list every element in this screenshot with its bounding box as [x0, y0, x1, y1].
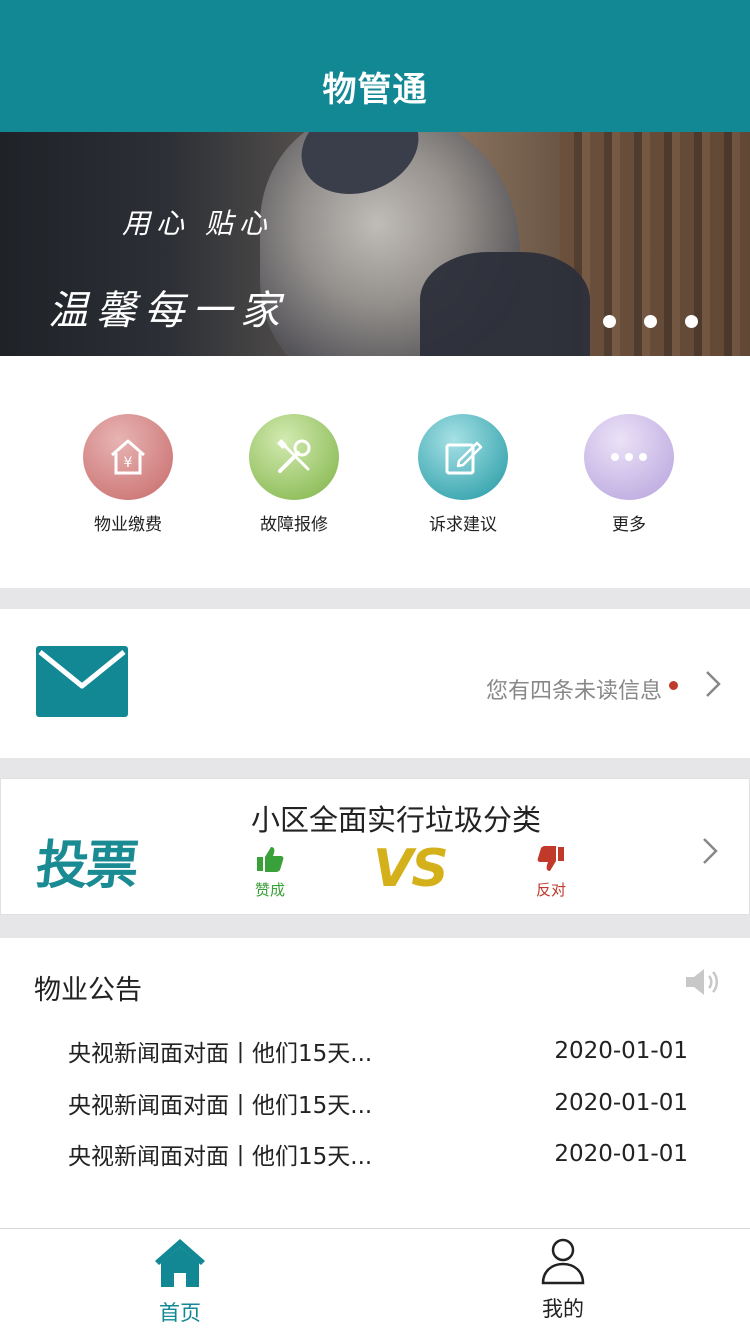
chevron-right-icon	[703, 838, 718, 864]
quick-action-more[interactable]: 更多	[549, 414, 709, 535]
quick-actions: ¥ 物业缴费 故障报修 诉求建议 更多	[0, 356, 750, 588]
payment-house-icon: ¥	[83, 414, 173, 500]
disagree-button[interactable]: 反对	[531, 845, 571, 900]
tab-mine-label: 我的	[542, 1297, 584, 1321]
quick-action-payment[interactable]: ¥ 物业缴费	[48, 414, 208, 535]
agree-label: 赞成	[254, 881, 285, 899]
banner-slogan-line2: 温馨每一家	[48, 288, 288, 334]
top-header: 物管通	[0, 0, 750, 132]
bottom-tab-bar: 首页 我的	[0, 1228, 750, 1334]
home-icon	[155, 1239, 205, 1287]
notice-section: 物业公告 央视新闻面对面丨他们15天... 2020-01-01 央视新闻面对面…	[0, 938, 750, 1228]
carousel-dot[interactable]	[603, 315, 616, 328]
carousel-dot[interactable]	[644, 315, 657, 328]
banner-carousel[interactable]: 用心 贴心 温馨每一家	[0, 132, 750, 356]
svg-text:¥: ¥	[124, 455, 133, 471]
quick-action-label: 更多	[612, 515, 646, 535]
repair-tools-icon	[249, 414, 339, 500]
mail-envelope-icon	[36, 646, 128, 717]
notice-item-date: 2020-01-01	[554, 1038, 688, 1064]
tab-home-label: 首页	[159, 1301, 201, 1325]
quick-action-suggest[interactable]: 诉求建议	[383, 414, 543, 535]
section-divider	[0, 588, 750, 609]
notice-item[interactable]: 央视新闻面对面丨他们15天... 2020-01-01	[68, 1134, 688, 1174]
quick-action-label: 物业缴费	[94, 515, 162, 535]
vote-logo: 投票	[33, 836, 140, 896]
unread-messages-text: 您有四条未读信息	[485, 679, 662, 704]
thumbs-up-icon	[257, 847, 284, 872]
notice-item-date: 2020-01-01	[554, 1090, 688, 1116]
tab-home[interactable]: 首页	[110, 1237, 250, 1327]
message-entry[interactable]: 您有四条未读信息	[0, 609, 750, 758]
notice-item[interactable]: 央视新闻面对面丨他们15天... 2020-01-01	[68, 1083, 688, 1123]
section-divider	[0, 915, 750, 938]
banner-photo-body	[420, 252, 590, 356]
carousel-dot[interactable]	[685, 315, 698, 328]
more-dots-icon	[584, 414, 674, 500]
quick-action-repair[interactable]: 故障报修	[214, 414, 374, 535]
notice-item-date: 2020-01-01	[554, 1141, 688, 1167]
vote-title: 小区全面实行垃圾分类	[251, 803, 542, 837]
notice-item-title: 央视新闻面对面丨他们15天...	[68, 1041, 373, 1067]
quick-action-label: 故障报修	[260, 515, 328, 535]
section-divider	[0, 758, 750, 778]
notice-title: 物业公告	[34, 975, 142, 1006]
disagree-label: 反对	[535, 881, 566, 899]
chevron-right-icon	[706, 671, 721, 697]
speaker-icon[interactable]	[684, 966, 720, 998]
thumbs-down-icon	[537, 846, 564, 871]
notice-item-title: 央视新闻面对面丨他们15天...	[68, 1093, 373, 1119]
page-title: 物管通	[322, 70, 428, 110]
notice-item-title: 央视新闻面对面丨他们15天...	[68, 1144, 373, 1170]
banner-slogan-line1: 用心 贴心	[122, 207, 273, 240]
notice-item[interactable]: 央视新闻面对面丨他们15天... 2020-01-01	[68, 1031, 688, 1071]
app-root: 物管通 用心 贴心 温馨每一家 ¥ 物业缴费 故障报修 诉求建议 更多 您有四条…	[0, 0, 750, 1334]
unread-dot	[669, 681, 678, 690]
tab-mine[interactable]: 我的	[493, 1237, 633, 1323]
vs-text: VS	[373, 839, 449, 899]
agree-button[interactable]: 赞成	[250, 845, 290, 900]
quick-action-label: 诉求建议	[429, 515, 497, 535]
vote-card[interactable]: 投票 小区全面实行垃圾分类 赞成 VS 反对	[0, 778, 750, 915]
user-profile-icon	[541, 1238, 585, 1285]
carousel-indicator	[603, 315, 698, 328]
edit-note-icon	[418, 414, 508, 500]
